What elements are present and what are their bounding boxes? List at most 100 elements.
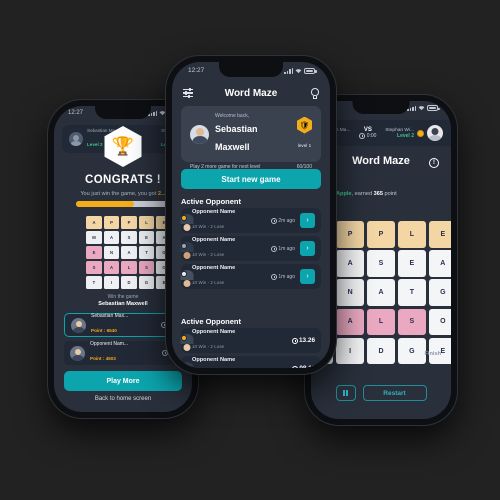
right-notch (352, 101, 410, 114)
opponent-row[interactable]: Opponent Name 10 Win - 2 Lose 13.26 (180, 328, 321, 353)
center-status-time: 12:27 (188, 67, 205, 74)
letter-tile[interactable]: E (397, 250, 427, 277)
avatar (190, 124, 209, 144)
avatar (70, 345, 85, 361)
letter-tile[interactable]: L (397, 221, 427, 248)
right-vs-center: VS 0:00 (359, 127, 376, 139)
letter-tile[interactable]: A (366, 279, 396, 307)
level-label: level 1 (297, 142, 312, 148)
center-status-icons (284, 67, 317, 74)
letter-tile[interactable]: L (366, 308, 396, 336)
pause-button[interactable] (335, 385, 356, 401)
letter-tile[interactable]: S (366, 250, 396, 277)
letter-tile[interactable]: S (397, 308, 427, 336)
open-match-button[interactable]: › (300, 269, 315, 284)
letter-tile: L (121, 260, 137, 275)
open-match-button[interactable]: › (300, 213, 315, 228)
left-word-grid: APPLEMASEAENATGSALSOTIDGE (86, 216, 172, 290)
letter-tile[interactable]: A (335, 308, 365, 336)
letter-tile[interactable]: D (366, 337, 396, 365)
opponent-row[interactable]: Opponent Name 10 Win - 2 Lose 1m ago › (180, 264, 321, 289)
clock-icon (270, 273, 277, 280)
opponent-record: 10 Win - 2 Lose (192, 251, 225, 257)
wifi-icon (418, 106, 425, 111)
letter-tile: T (86, 275, 102, 290)
opponent-row[interactable]: Opponent Name 10 Win - 2 Lose 1m ago › (180, 236, 321, 261)
opponent-info: Opponent Name10 Win - 2 Lose (192, 265, 266, 289)
start-new-game-button[interactable]: Start new game (181, 169, 321, 189)
opponent-record: 10 Win - 2 Lose (192, 343, 225, 349)
letter-tile: A (103, 230, 120, 245)
status-badge (181, 334, 187, 341)
center-header: Word Maze (172, 84, 330, 102)
found-word-points: 365 (373, 190, 383, 197)
letter-tile[interactable]: G (428, 279, 451, 307)
letter-tile[interactable]: G (397, 337, 427, 365)
status-badge (181, 214, 187, 221)
found-word-suffix: point (382, 190, 397, 197)
wifi-icon (159, 111, 166, 116)
restart-button[interactable]: Restart (362, 385, 427, 401)
back-to-home-link[interactable]: Back to home screen (54, 396, 192, 402)
opponent-row[interactable]: Opponent Name 10 Win - 2 Lose 2m ago › (180, 208, 321, 233)
letter-tile[interactable]: P (335, 221, 365, 248)
center-notch (219, 62, 283, 77)
wifi-icon (295, 68, 302, 73)
letter-tile[interactable]: A (335, 250, 365, 277)
score-row-winner[interactable]: Sebastian Max... Point : 6540 1... (64, 313, 182, 337)
letter-tile: S (138, 260, 155, 275)
letter-tile[interactable]: A (428, 250, 451, 277)
letter-tile: L (138, 216, 155, 230)
letter-tile[interactable]: O (428, 308, 451, 336)
open-match-button[interactable]: › (300, 241, 315, 256)
match-timer: 0:00 (359, 133, 376, 139)
avatar (427, 125, 443, 141)
score-row-loser[interactable]: Opponent Nam... Point : 4503 1... (64, 341, 182, 365)
left-vs-player-one-level: Level 2 (87, 141, 103, 147)
found-word: Apple (336, 190, 352, 197)
opponent-name: Opponent Name (192, 328, 236, 335)
section-title-active-opponent-1: Active Opponent (181, 197, 242, 206)
opponent-time: 1m ago (270, 273, 295, 280)
right-vs-player-two: Stephan Wi... Level 2 (385, 125, 443, 141)
opponent-time: 1m ago (270, 245, 295, 252)
coin-icon (417, 129, 424, 137)
clock-icon (270, 245, 277, 252)
sliders-icon[interactable] (183, 87, 193, 99)
status-badge (181, 270, 187, 277)
play-more-button[interactable]: Play More (64, 371, 182, 391)
letter-tile[interactable]: N (335, 279, 365, 307)
opponent-record: 10 Win - 2 Lose (192, 279, 225, 285)
clock-icon (270, 217, 277, 224)
congrats-subtitle-points: 2... (157, 191, 166, 197)
battery-icon (427, 105, 440, 111)
letter-tile: E (138, 230, 155, 245)
found-word-prefix: , earned (351, 190, 374, 197)
letter-tile: S (86, 260, 102, 275)
letter-tile[interactable]: E (428, 221, 451, 248)
letter-tile[interactable]: T (397, 279, 427, 307)
congrats-subtitle-text: You just win the game, you got (80, 191, 158, 197)
app-showcase: 12:27 Sebastian Ma... Level 2 🏆 CONGRATS… (0, 0, 500, 500)
info-icon[interactable]: ! (429, 158, 439, 168)
status-badge (181, 242, 187, 249)
bulb-icon[interactable] (311, 87, 319, 99)
opponent-info: Opponent Name10 Win - 2 Lose (192, 357, 287, 369)
letter-tile[interactable]: P (366, 221, 396, 248)
letter-tile: S (121, 230, 137, 245)
score-points: Point : 4503 (90, 356, 116, 361)
section-title-active-opponent-2: Active Opponent (181, 317, 242, 326)
opponent-name: Opponent Name (192, 208, 236, 215)
center-page-title: Word Maze (224, 87, 278, 99)
letter-tile: A (103, 260, 120, 275)
center-screen: 12:27 Word Maze Welcome back, Sebastian … (172, 62, 330, 368)
opponent-record: 10 Win - 2 Lose (192, 223, 225, 229)
game-controls: Restart (311, 385, 451, 401)
letter-tile[interactable]: I (335, 337, 365, 365)
avatar (69, 132, 83, 146)
opponent-row[interactable]: Opponent Name10 Win - 2 Lose 08.11 (180, 356, 321, 369)
letter-tile: D (121, 275, 137, 290)
finish-label: Finish (424, 351, 441, 357)
profile-name: Sebastian Maxwell (215, 124, 258, 152)
avatar (71, 317, 86, 333)
